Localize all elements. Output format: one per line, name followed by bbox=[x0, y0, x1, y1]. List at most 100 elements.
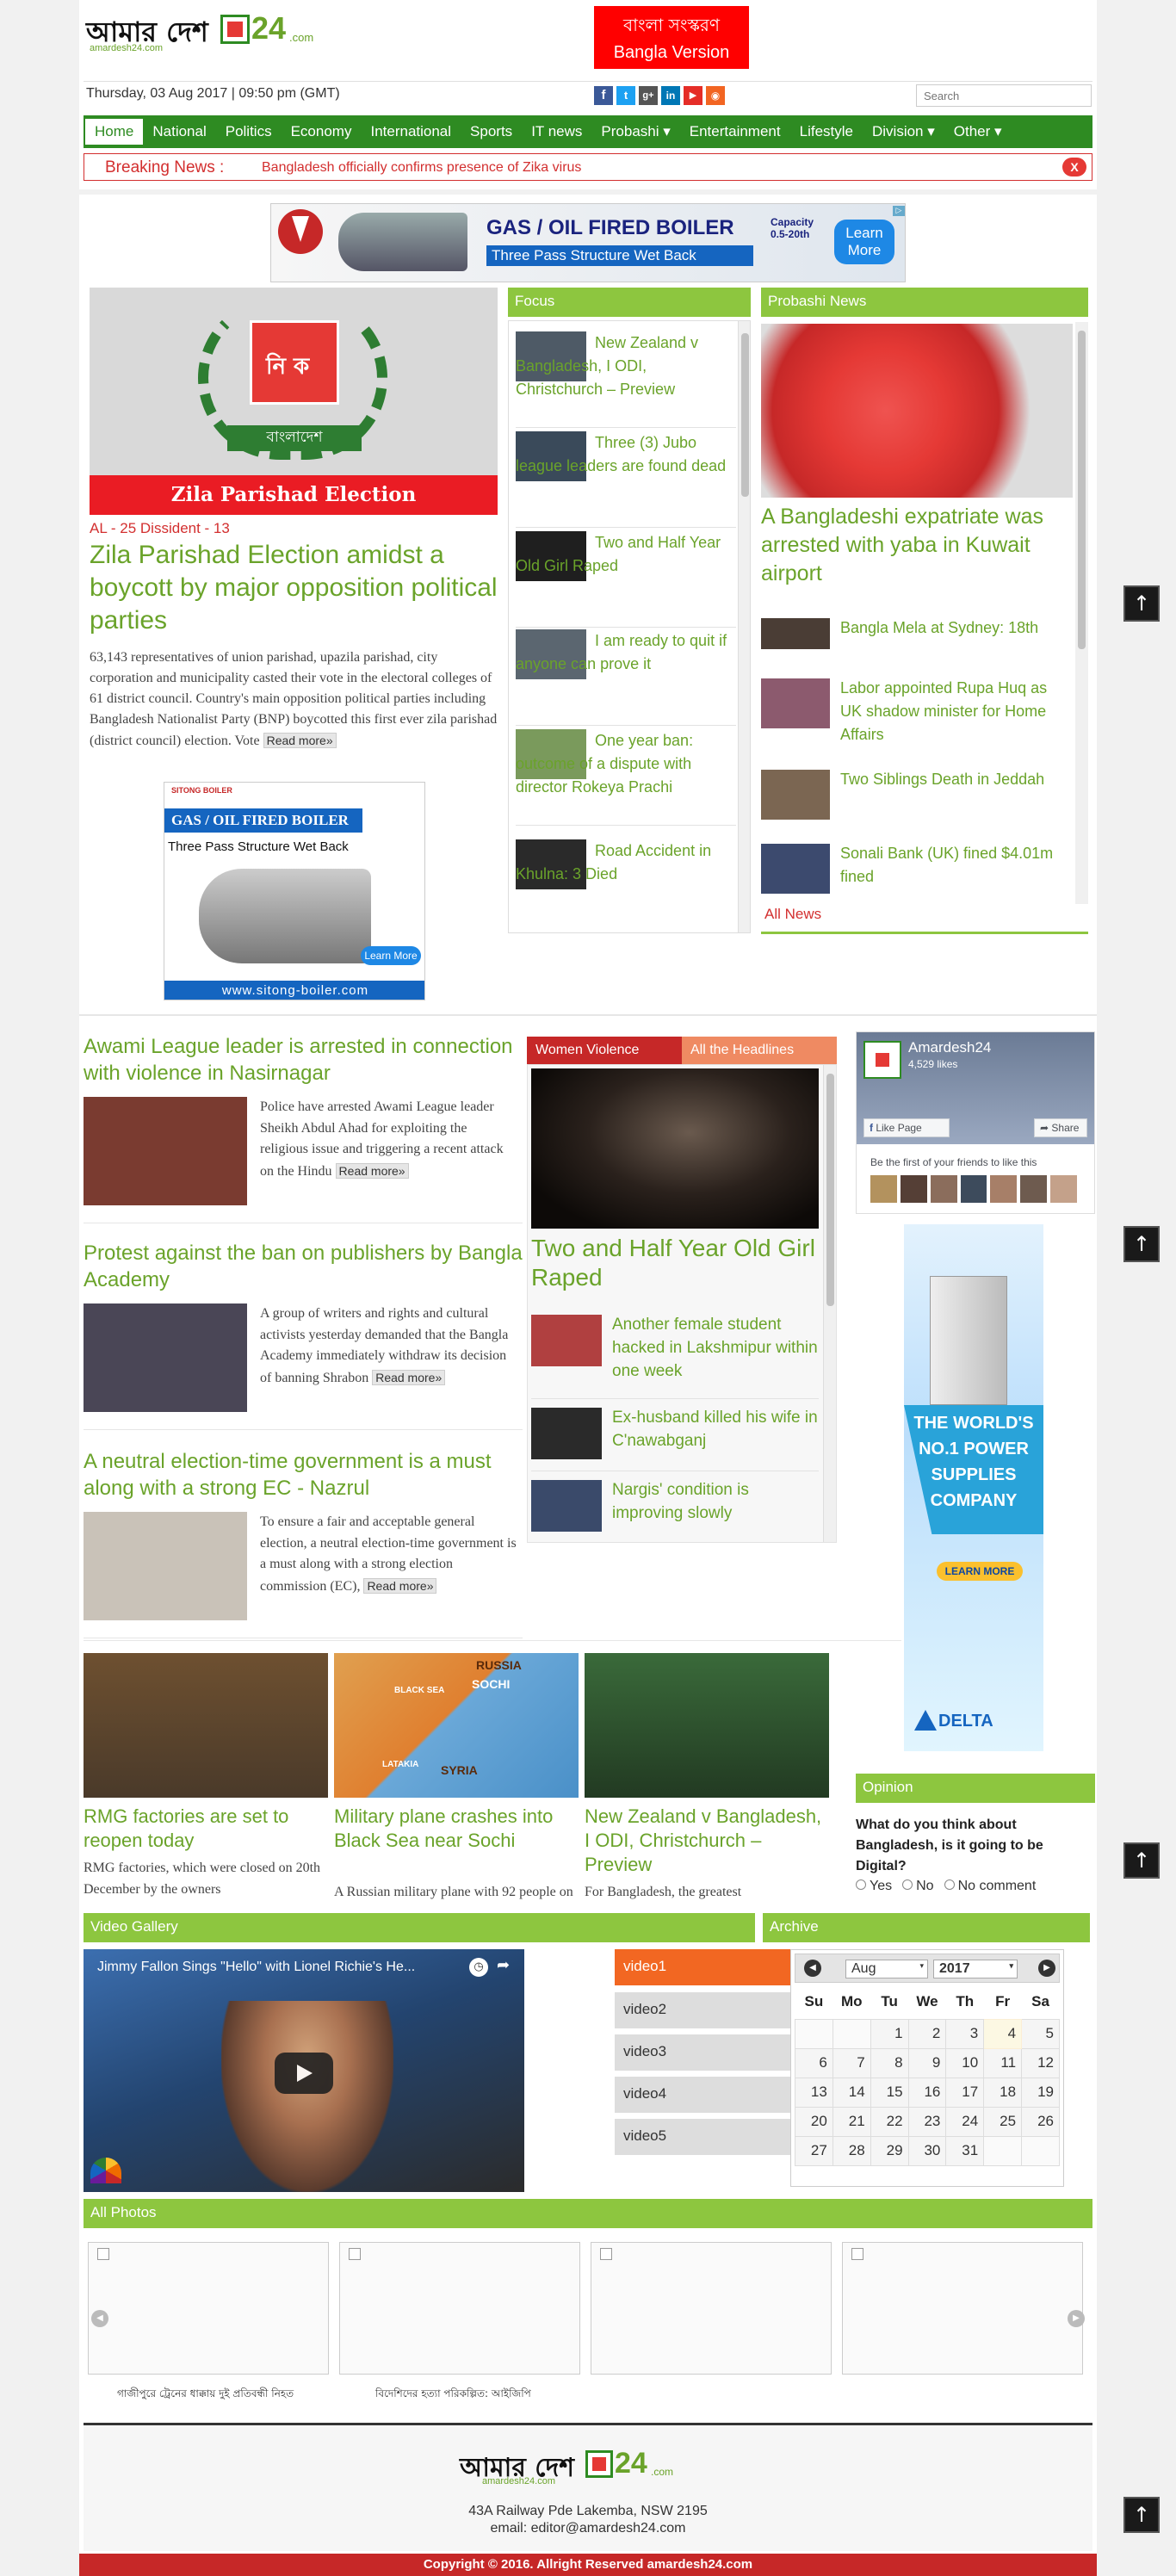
lead-title[interactable]: Zila Parishad Election amidst a boycott … bbox=[90, 539, 498, 637]
calendar-day[interactable]: 13 bbox=[795, 2077, 833, 2108]
facebook-share-button[interactable]: ➦ Share bbox=[1034, 1118, 1087, 1137]
calendar-day[interactable]: 2 bbox=[907, 2018, 947, 2049]
probashi-lead-title[interactable]: A Bangladeshi expatriate was arrested wi… bbox=[761, 503, 1073, 588]
twitter-icon[interactable]: t bbox=[616, 86, 635, 105]
focus-item-title[interactable]: I am ready to quit if anyone can prove i… bbox=[516, 629, 736, 676]
story-image[interactable] bbox=[84, 1303, 247, 1412]
avatar[interactable] bbox=[960, 1175, 987, 1203]
card-title[interactable]: New Zealand v Bangladesh, I ODI, Christc… bbox=[585, 1805, 829, 1877]
probashi-thumb-image[interactable] bbox=[761, 844, 830, 894]
calendar-day[interactable]: 1 bbox=[870, 2018, 909, 2049]
facebook-like-button[interactable]: f Like Page bbox=[863, 1118, 950, 1137]
calendar-day[interactable]: 15 bbox=[870, 2077, 909, 2108]
probashi-thumb-image[interactable] bbox=[761, 678, 830, 728]
calendar-day[interactable]: 21 bbox=[832, 2106, 871, 2137]
top-banner-ad[interactable]: GAS / OIL FIRED BOILER Three Pass Struct… bbox=[270, 203, 906, 282]
share-icon[interactable]: ➦ bbox=[497, 1956, 510, 1974]
list-item[interactable]: Another female student hacked in Lakshmi… bbox=[531, 1313, 819, 1399]
opinion-option-yes[interactable]: Yes bbox=[856, 1879, 892, 1894]
calendar-day[interactable]: 30 bbox=[907, 2135, 947, 2166]
calendar-day[interactable]: 28 bbox=[832, 2135, 871, 2166]
story-readmore[interactable]: Read more» bbox=[372, 1369, 446, 1385]
nav-entertainment[interactable]: Entertainment bbox=[680, 115, 790, 148]
calendar-day[interactable]: 27 bbox=[795, 2135, 833, 2166]
list-item[interactable]: Two and Half Year Old Girl Raped bbox=[516, 531, 736, 628]
facebook-icon[interactable]: f bbox=[594, 86, 613, 105]
calendar-day[interactable]: 31 bbox=[945, 2135, 985, 2166]
calendar-day[interactable]: 3 bbox=[945, 2018, 985, 2049]
nav-other[interactable]: Other ▾ bbox=[944, 115, 1012, 148]
rss-icon[interactable]: ◉ bbox=[706, 86, 725, 105]
bangla-version-button[interactable]: বাংলা সংস্করণ Bangla Version bbox=[594, 6, 749, 69]
story-readmore[interactable]: Read more» bbox=[363, 1577, 437, 1594]
probashi-item-title[interactable]: Bangla Mela at Sydney: 18th Sydney bbox=[840, 616, 1071, 641]
calendar-day[interactable]: 23 bbox=[907, 2106, 947, 2137]
opinion-option-no-comment[interactable]: No comment bbox=[944, 1879, 1036, 1894]
breaking-news-text[interactable]: Bangladesh officially confirms presence … bbox=[262, 160, 581, 176]
avatar[interactable] bbox=[1020, 1175, 1048, 1203]
watch-later-icon[interactable]: ◷ bbox=[469, 1958, 488, 1977]
calendar-day[interactable]: 22 bbox=[870, 2106, 909, 2137]
focus-scrollbar[interactable] bbox=[738, 321, 750, 932]
calendar-day[interactable]: 10 bbox=[945, 2047, 985, 2078]
focus-item-title[interactable]: Two and Half Year Old Girl Raped bbox=[516, 531, 736, 578]
focus-item-title[interactable]: Road Accident in Khulna: 3 Died bbox=[516, 839, 736, 886]
calendar-day[interactable]: 14 bbox=[832, 2077, 871, 2108]
focus-item-title[interactable]: New Zealand v Bangladesh, I ODI, Christc… bbox=[516, 331, 736, 401]
calendar-day[interactable]: 11 bbox=[983, 2047, 1023, 2078]
list-item[interactable]: Three (3) Jubo league leaders are found … bbox=[516, 431, 736, 528]
scroll-to-top-button[interactable]: ↑ bbox=[1123, 1226, 1160, 1262]
calendar-day[interactable]: 26 bbox=[1021, 2106, 1060, 2137]
facebook-page-name[interactable]: Amardesh24 bbox=[908, 1039, 991, 1056]
card-image[interactable] bbox=[585, 1653, 829, 1798]
nav-sports[interactable]: Sports bbox=[461, 115, 522, 148]
footer-email[interactable]: email: editor@amardesh24.com bbox=[84, 2521, 1092, 2536]
side-ad[interactable]: THE WORLD'S NO.1 POWER SUPPLIES COMPANY … bbox=[904, 1224, 1043, 1751]
calendar-day[interactable]: 5 bbox=[1021, 2018, 1060, 2049]
avatar[interactable] bbox=[990, 1175, 1018, 1203]
search-input[interactable] bbox=[916, 84, 1092, 107]
nav-division[interactable]: Division ▾ bbox=[863, 115, 944, 148]
calendar-day[interactable]: 12 bbox=[1021, 2047, 1060, 2078]
calendar-day[interactable]: 19 bbox=[1021, 2077, 1060, 2108]
probashi-item-title[interactable]: Labor appointed Rupa Huq as UK shadow mi… bbox=[840, 677, 1071, 746]
story-title[interactable]: Awami League leader is arrested in conne… bbox=[84, 1033, 523, 1087]
site-logo[interactable]: আমার দেশ 24 .com amardesh24.com bbox=[86, 10, 344, 59]
calendar-day[interactable]: 6 bbox=[795, 2047, 833, 2078]
avatar[interactable] bbox=[930, 1175, 957, 1203]
nav-it-news[interactable]: IT news bbox=[522, 115, 591, 148]
calendar-day[interactable]: 24 bbox=[945, 2106, 985, 2137]
list-item[interactable]: One year ban: outcome of a dispute with … bbox=[516, 729, 736, 826]
facebook-cover[interactable]: Amardesh24 4,529 likes f Like Page ➦ Sha… bbox=[857, 1032, 1094, 1144]
card-title[interactable]: Military plane crashes into Black Sea ne… bbox=[334, 1805, 579, 1853]
list-item[interactable]: Road Accident in Khulna: 3 Died bbox=[516, 839, 736, 932]
calendar-day[interactable]: 7 bbox=[832, 2047, 871, 2078]
scroll-to-top-button[interactable]: ↑ bbox=[1123, 1842, 1160, 1879]
nav-national[interactable]: National bbox=[143, 115, 215, 148]
video-title[interactable]: Jimmy Fallon Sings "Hello" with Lionel R… bbox=[97, 1960, 467, 1975]
story-image[interactable] bbox=[84, 1512, 247, 1620]
youtube-icon[interactable]: ▶ bbox=[684, 86, 703, 105]
avatar[interactable] bbox=[1050, 1175, 1078, 1203]
photo-caption[interactable]: বিদেশিদের হত্যা পরিকল্পিত: আইজিপি bbox=[375, 2387, 531, 2404]
women-item-title[interactable]: Ex-husband killed his wife in C'nawabgan… bbox=[612, 1406, 819, 1452]
calendar-day[interactable]: 8 bbox=[870, 2047, 909, 2078]
women-lead-title[interactable]: Two and Half Year Old Girl Raped bbox=[531, 1234, 819, 1292]
calendar-day[interactable]: 20 bbox=[795, 2106, 833, 2137]
probashi-item-title[interactable]: Two Siblings Death in Jeddah bbox=[840, 768, 1071, 791]
women-lead-image[interactable] bbox=[531, 1068, 819, 1229]
calendar-day[interactable]: 18 bbox=[983, 2077, 1023, 2108]
probashi-item-title[interactable]: Sonali Bank (UK) fined $4.01m fined bbox=[840, 842, 1071, 889]
calendar-day[interactable]: 17 bbox=[945, 2077, 985, 2108]
probashi-scrollbar[interactable] bbox=[1075, 322, 1088, 904]
google-plus-icon[interactable]: g+ bbox=[639, 86, 658, 105]
photos-prev-icon[interactable]: ◀ bbox=[91, 2310, 108, 2327]
avatar[interactable] bbox=[870, 1175, 897, 1203]
women-item-title[interactable]: Another female student hacked in Lakshmi… bbox=[612, 1313, 819, 1383]
photo-checkbox[interactable] bbox=[600, 2248, 612, 2260]
calendar-day[interactable]: 16 bbox=[907, 2077, 947, 2108]
list-item[interactable]: Two Siblings Death in Jeddah bbox=[761, 768, 1071, 828]
avatar[interactable] bbox=[900, 1175, 927, 1203]
women-thumb-image[interactable] bbox=[531, 1315, 602, 1366]
calendar-next-icon[interactable]: ▶ bbox=[1038, 1960, 1055, 1977]
